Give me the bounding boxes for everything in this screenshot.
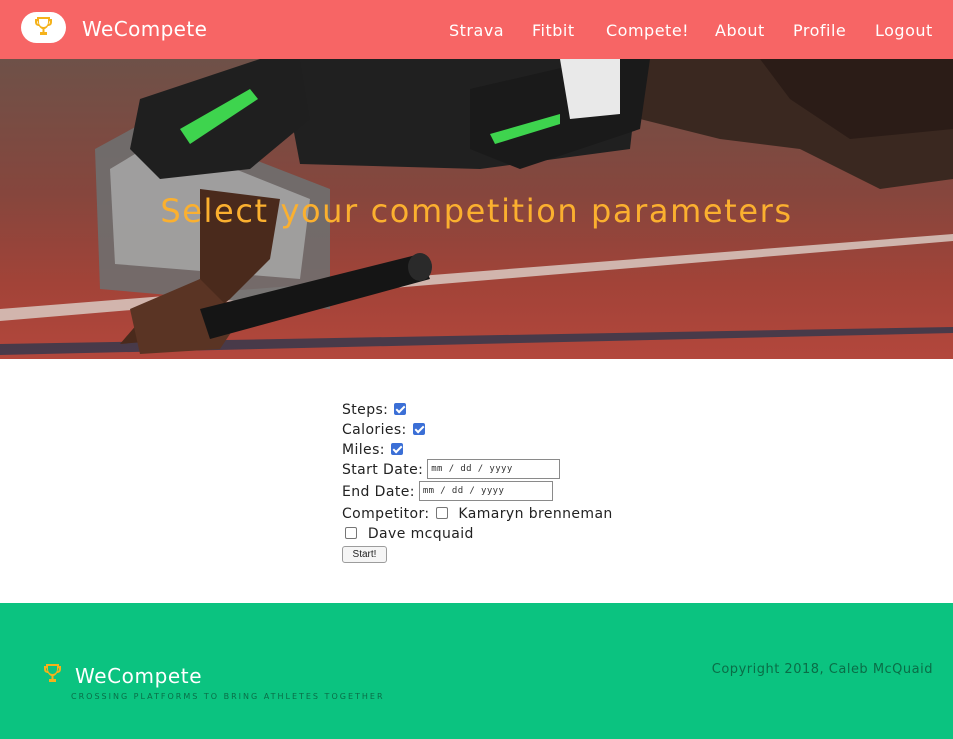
brand-name[interactable]: WeCompete bbox=[82, 16, 207, 42]
competitor-name-dave: Dave mcquaid bbox=[367, 526, 474, 542]
hero-banner: Select your competition parameters bbox=[0, 59, 953, 359]
steps-label: Steps: bbox=[342, 402, 389, 418]
footer-brand: WeCompete bbox=[75, 664, 203, 688]
steps-row: Steps: bbox=[342, 400, 407, 420]
copyright-text: Copyright 2018, Caleb McQuaid bbox=[711, 662, 933, 677]
competitor-name-kamaryn: Kamaryn brenneman bbox=[458, 506, 613, 522]
competitor-checkbox-kamaryn[interactable] bbox=[435, 507, 448, 519]
start-date-input[interactable]: mm / dd / yyyy bbox=[427, 459, 561, 479]
hero-title: Select your competition parameters bbox=[160, 192, 793, 230]
competitor-row-2: Dave mcquaid bbox=[342, 524, 474, 544]
trophy-icon bbox=[44, 664, 61, 682]
steps-checkbox[interactable] bbox=[394, 403, 407, 415]
nav-link-logout[interactable]: Logout bbox=[875, 21, 933, 41]
top-navbar: WeCompete Strava Fitbit Compete! About P… bbox=[0, 0, 953, 59]
nav-link-strava[interactable]: Strava bbox=[449, 21, 504, 41]
footer: WeCompete CROSSING PLATFORMS TO BRING AT… bbox=[0, 603, 953, 739]
brand-logo[interactable] bbox=[21, 12, 66, 43]
calories-checkbox[interactable] bbox=[412, 423, 425, 435]
trophy-icon bbox=[35, 17, 52, 35]
end-date-row: End Date: mm / dd / yyyy bbox=[342, 481, 553, 504]
nav-link-fitbit[interactable]: Fitbit bbox=[532, 21, 575, 41]
nav-link-about[interactable]: About bbox=[715, 21, 765, 41]
miles-label: Miles: bbox=[342, 442, 385, 458]
calories-row: Calories: bbox=[342, 420, 425, 440]
competitor-label: Competitor: bbox=[342, 506, 430, 522]
start-date-label: Start Date: bbox=[342, 462, 424, 478]
miles-checkbox[interactable] bbox=[390, 443, 403, 455]
miles-row: Miles: bbox=[342, 440, 403, 460]
nav-link-compete[interactable]: Compete! bbox=[606, 21, 689, 41]
end-date-input[interactable]: mm / dd / yyyy bbox=[418, 481, 553, 501]
end-date-label: End Date: bbox=[342, 484, 415, 500]
footer-tagline: CROSSING PLATFORMS TO BRING ATHLETES TOG… bbox=[71, 692, 385, 701]
calories-label: Calories: bbox=[342, 422, 407, 438]
start-date-row: Start Date: mm / dd / yyyy bbox=[342, 459, 561, 482]
nav-link-profile[interactable]: Profile bbox=[793, 21, 846, 41]
competitor-row: Competitor: Kamaryn brenneman bbox=[342, 504, 613, 524]
competitor-checkbox-dave[interactable] bbox=[345, 527, 357, 539]
start-button[interactable]: Start! bbox=[342, 546, 387, 563]
